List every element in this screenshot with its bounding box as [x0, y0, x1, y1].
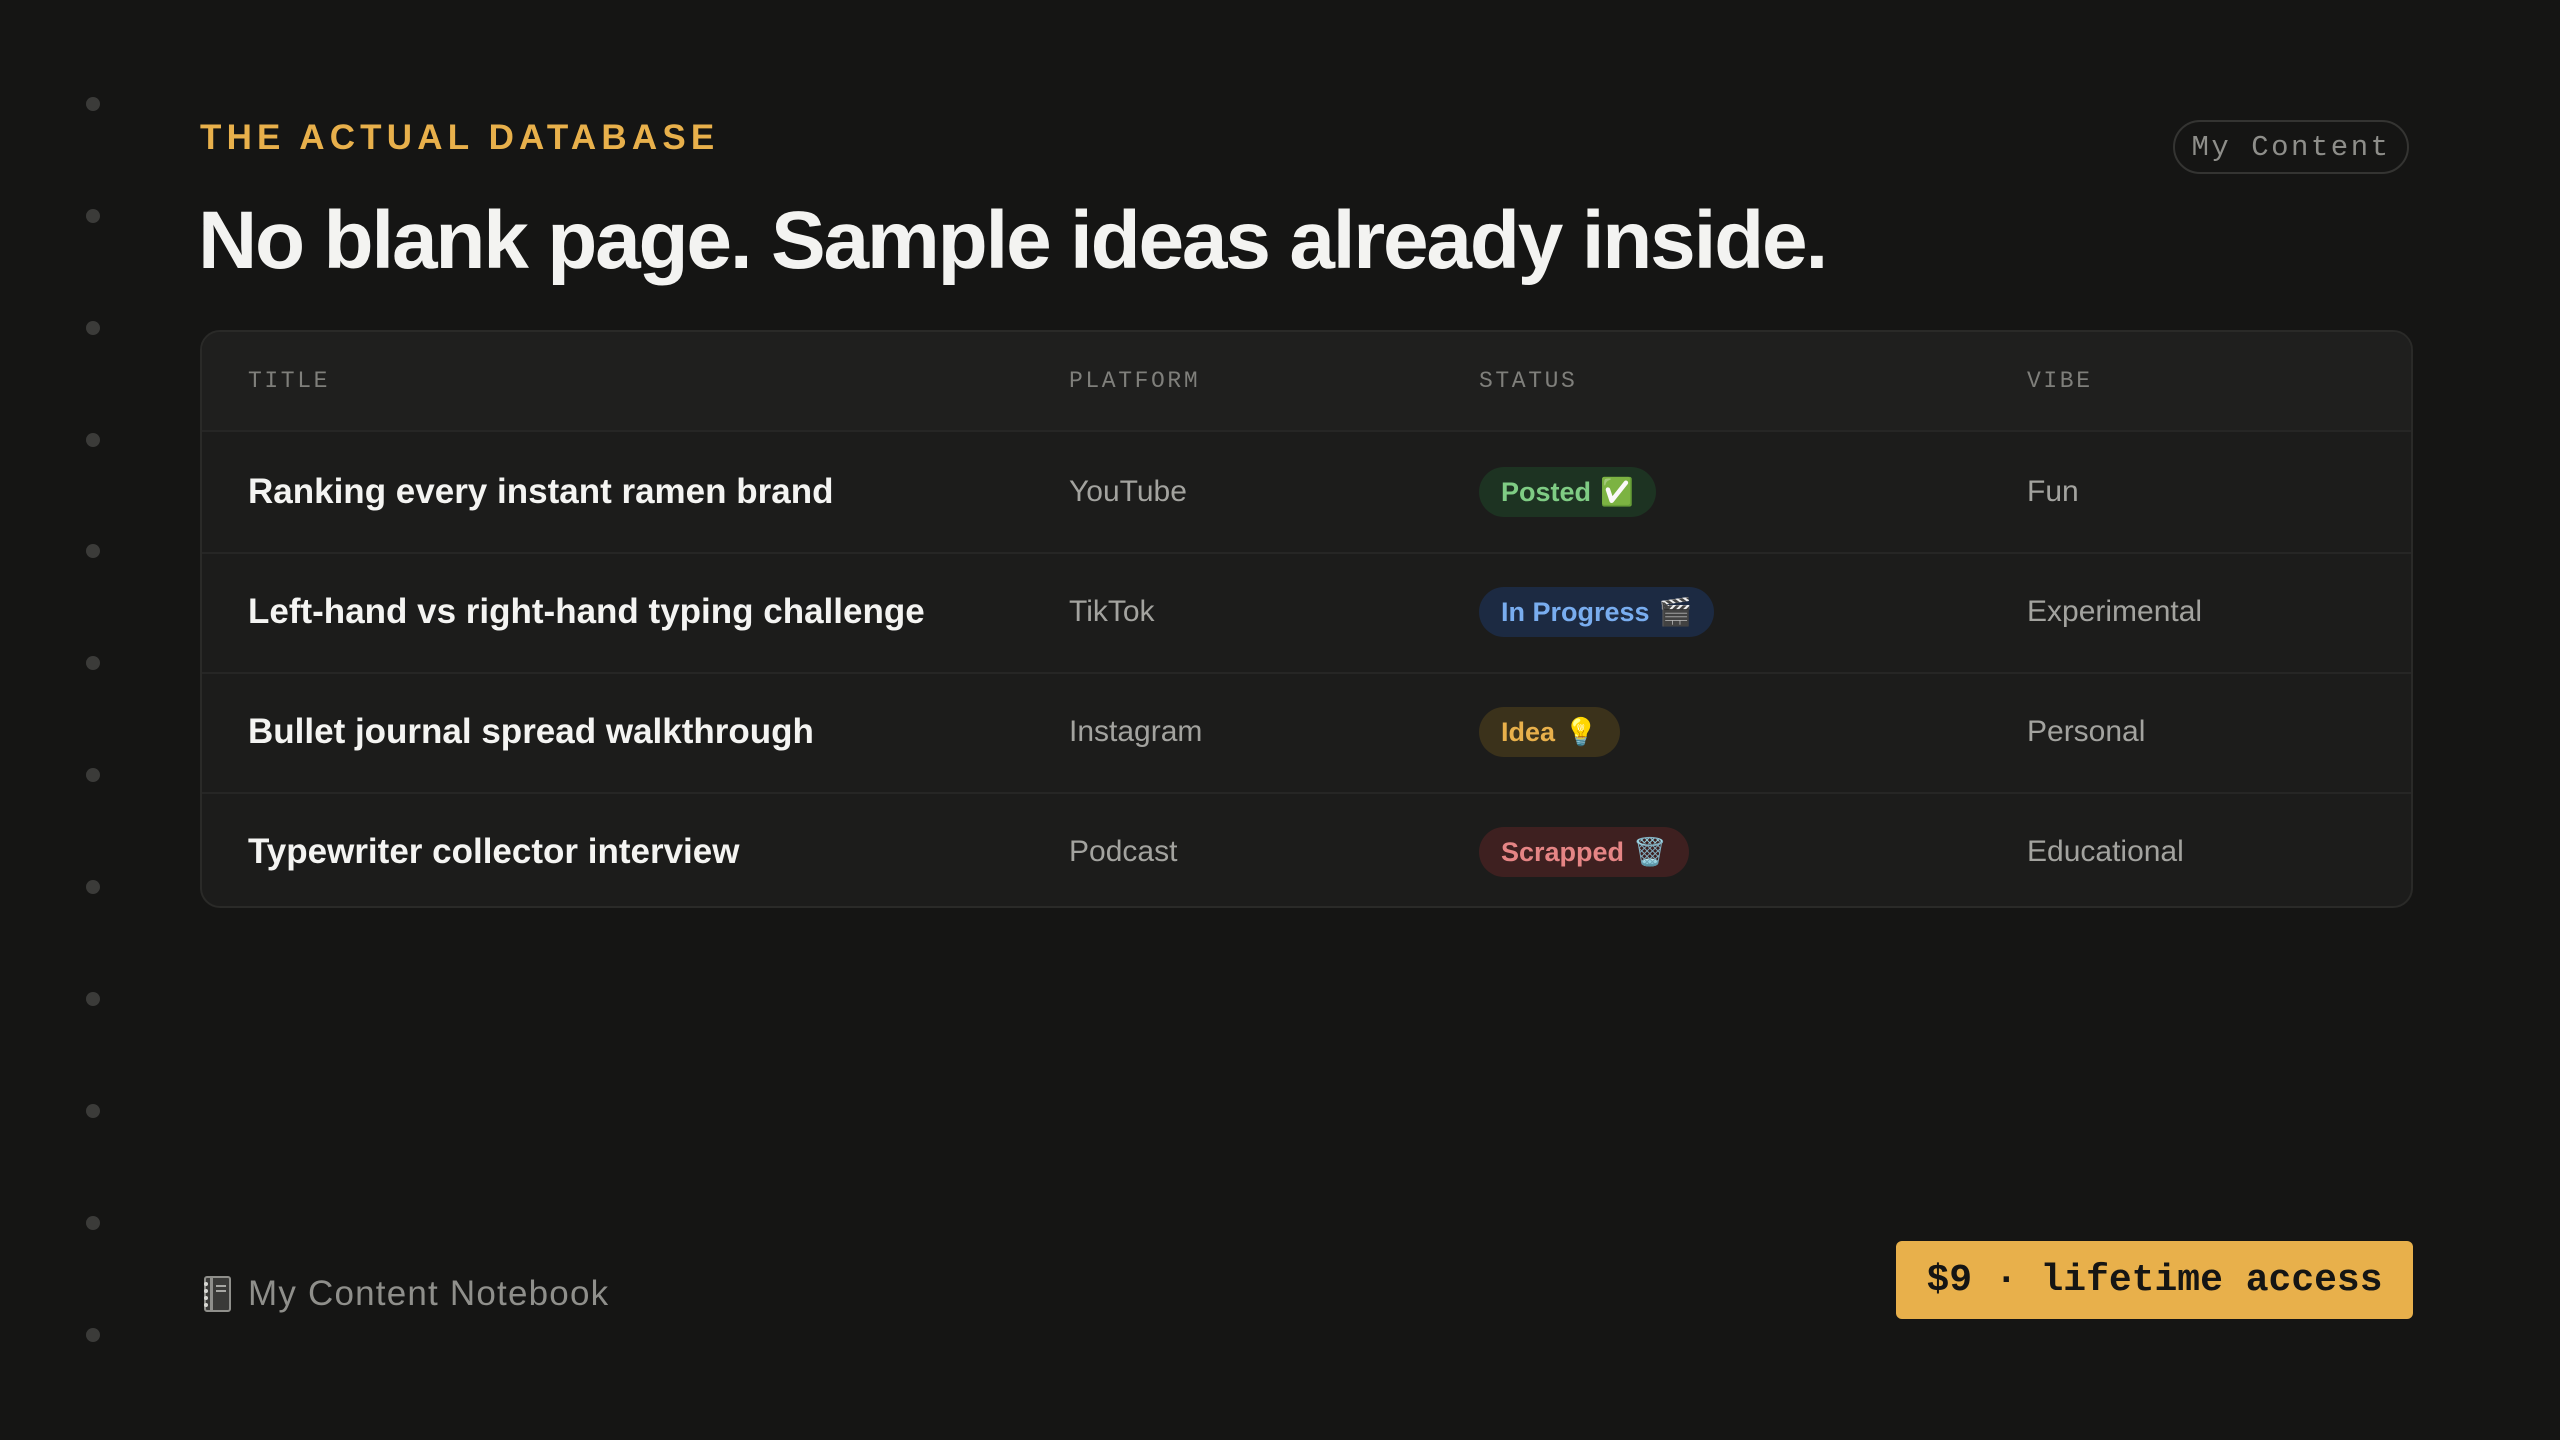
status-badge-label: In Progress — [1501, 596, 1650, 627]
rail-dot — [86, 1328, 100, 1342]
status-badge-label: Posted — [1501, 476, 1592, 507]
row-title: Ranking every instant ramen brand — [248, 472, 834, 511]
row-title: Bullet journal spread walkthrough — [248, 712, 814, 751]
status-badge: Posted ✅ — [1479, 467, 1656, 517]
rail-dot — [86, 433, 100, 447]
row-vibe: Experimental — [2027, 595, 2203, 628]
checkmark-icon: ✅ — [1600, 477, 1634, 507]
status-badge: Scrapped 🗑️ — [1479, 827, 1689, 877]
row-title: Typewriter collector interview — [248, 832, 740, 871]
table-header: TITLE PLATFORM STATUS VIBE — [202, 332, 2411, 432]
my-content-tag: My Content — [2173, 120, 2409, 174]
row-platform: YouTube — [1069, 475, 1187, 508]
status-badge: In Progress 🎬 — [1479, 587, 1715, 637]
clapperboard-icon: 🎬 — [1658, 597, 1693, 627]
status-badge-label: Idea — [1501, 716, 1556, 747]
rail-dot — [86, 1216, 100, 1230]
row-platform: Instagram — [1069, 715, 1203, 748]
column-header-status: STATUS — [1479, 368, 1578, 394]
row-status-cell: Posted ✅ — [1479, 432, 1656, 552]
column-header-platform: PLATFORM — [1069, 368, 1201, 394]
row-platform: Podcast — [1069, 835, 1178, 868]
row-status-cell: Idea 💡 — [1479, 672, 1620, 792]
row-vibe: Fun — [2027, 475, 2079, 508]
rail-dot — [86, 656, 100, 670]
table-row[interactable]: Typewriter collector interview Podcast S… — [202, 792, 2411, 906]
row-vibe: Personal — [2027, 715, 2146, 748]
status-badge: Idea 💡 — [1479, 707, 1620, 757]
footer-brand: My Content Notebook — [202, 1274, 609, 1314]
trash-icon: 🗑️ — [1633, 837, 1667, 867]
page-title: No blank page. Sample ideas already insi… — [198, 195, 1828, 286]
column-header-vibe: VIBE — [2027, 368, 2093, 394]
lightbulb-icon: 💡 — [1564, 717, 1598, 747]
notebook-icon — [202, 1276, 232, 1312]
rail-dot — [86, 880, 100, 894]
table-row[interactable]: Ranking every instant ramen brand YouTub… — [202, 432, 2411, 554]
rail-dot — [86, 209, 100, 223]
content-database-table: TITLE PLATFORM STATUS VIBE Ranking every… — [200, 330, 2413, 908]
row-status-cell: Scrapped 🗑️ — [1479, 792, 1689, 906]
table-row[interactable]: Left-hand vs right-hand typing challenge… — [202, 552, 2411, 674]
row-title: Left-hand vs right-hand typing challenge — [248, 592, 925, 631]
rail-dot — [86, 992, 100, 1006]
row-vibe: Educational — [2027, 835, 2184, 868]
row-status-cell: In Progress 🎬 — [1479, 552, 1715, 672]
footer-brand-label: My Content Notebook — [248, 1274, 610, 1313]
section-eyebrow: THE ACTUAL DATABASE — [200, 118, 720, 157]
table-row[interactable]: Bullet journal spread walkthrough Instag… — [202, 672, 2411, 794]
row-platform: TikTok — [1069, 595, 1155, 628]
lifetime-access-button[interactable]: $9 · lifetime access — [1896, 1241, 2413, 1319]
rail-dot — [86, 768, 100, 782]
status-badge-label: Scrapped — [1501, 836, 1625, 867]
rail-dot — [86, 544, 100, 558]
rail-dot — [86, 321, 100, 335]
rail-dot — [86, 1104, 100, 1118]
column-header-title: TITLE — [248, 368, 331, 394]
rail-dot — [86, 97, 100, 111]
